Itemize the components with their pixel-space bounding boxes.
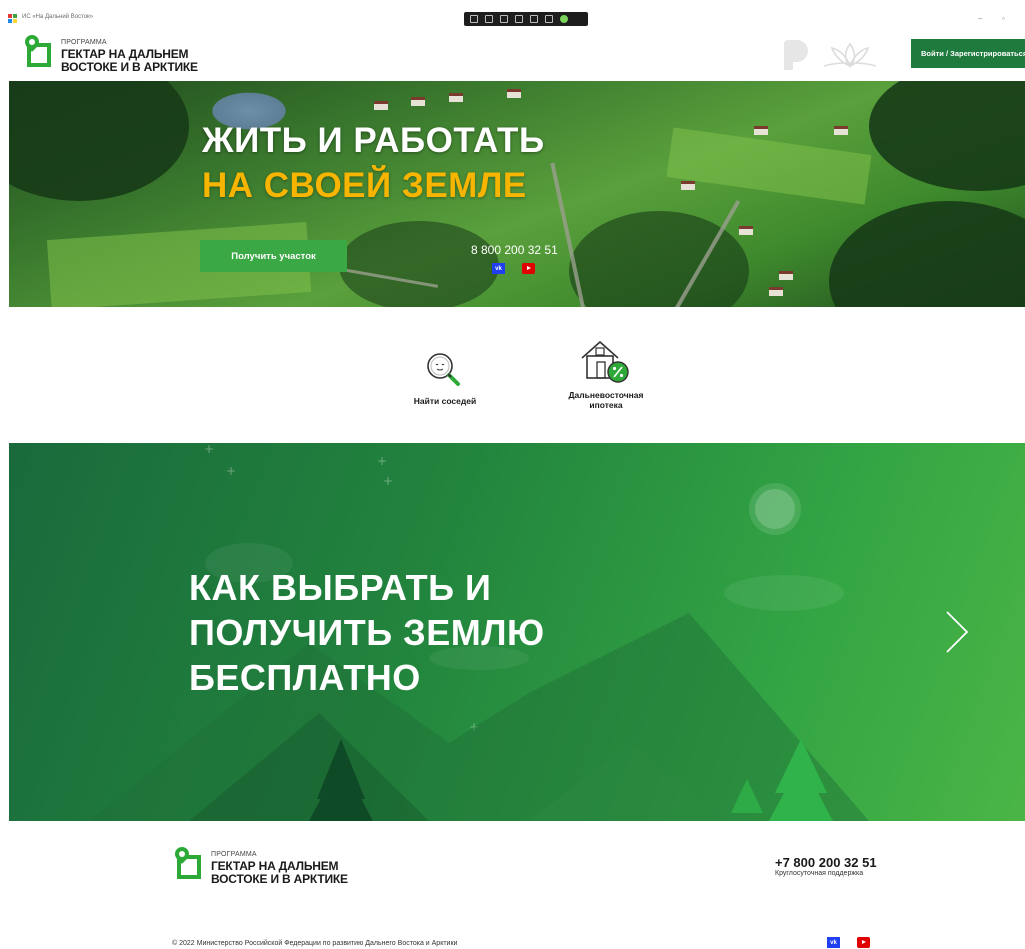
window-title: ИС «На Дальний Восток»	[22, 14, 94, 20]
banner-title-line-1: КАК ВЫБРАТЬ И	[189, 567, 492, 608]
banner-title-line-2: ПОЛУЧИТЬ ЗЕМЛЮ	[189, 612, 545, 653]
check-icon[interactable]	[560, 15, 568, 23]
mortgage-label-line-1: Дальневосточная	[568, 390, 644, 400]
svg-text:+: +	[204, 443, 214, 456]
magnifier-icon	[427, 353, 460, 386]
far-east-mortgage-link[interactable]: Дальневосточная ипотека	[560, 336, 652, 416]
hero-title-line-2: НА СВОЕЙ ЗЕМЛЕ	[202, 166, 527, 205]
copyright-text: © 2022 Министерство Российской Федерации…	[172, 940, 458, 947]
capture-toolbar[interactable]	[464, 12, 588, 26]
restore-button[interactable]: ▫	[1002, 14, 1005, 23]
lotus-partner-logo-icon[interactable]	[820, 40, 880, 70]
header-logo[interactable]: ПРОГРАММА ГЕКТАР НА ДАЛЬНЕМ ВОСТОКЕ И В …	[22, 32, 207, 74]
promo-slider: + + + + + КАК ВЫБРАТЬ И ПОЛУЧИТЬ ЗЕМЛЮ Б…	[9, 443, 1025, 821]
toolbar-icon[interactable]	[515, 15, 523, 23]
app-icon	[8, 14, 18, 24]
footer-phone[interactable]: +7 800 200 32 51	[775, 855, 877, 870]
youtube-icon[interactable]	[522, 263, 535, 274]
toolbar-icon[interactable]	[545, 15, 553, 23]
window-titlebar: ИС «На Дальний Восток» – ▫	[0, 0, 1025, 30]
svg-text:+: +	[383, 474, 393, 488]
hero-title-line-1: ЖИТЬ И РАБОТАТЬ	[202, 121, 545, 160]
logo-line-1: ГЕКТАР НА ДАЛЬНЕМ	[211, 859, 339, 873]
find-neighbors-label: Найти соседей	[413, 396, 477, 406]
toolbar-icon[interactable]	[485, 15, 493, 23]
hero-phone[interactable]: 8 800 200 32 51	[471, 243, 558, 257]
partner-logo-icon[interactable]	[784, 40, 808, 70]
hero-banner: ЖИТЬ И РАБОТАТЬ НА СВОЕЙ ЗЕМЛЕ Получить …	[9, 81, 1025, 307]
footer-logo[interactable]: ПРОГРАММА ГЕКТАР НА ДАЛЬНЕМ ВОСТОКЕ И В …	[172, 844, 357, 886]
banner-title: КАК ВЫБРАТЬ И ПОЛУЧИТЬ ЗЕМЛЮ БЕСПЛАТНО	[189, 565, 545, 700]
vk-icon[interactable]: vk	[492, 263, 505, 274]
chevron-right-icon[interactable]	[943, 608, 971, 656]
logo-caption: ПРОГРАММА	[211, 851, 257, 858]
toolbar-icon[interactable]	[470, 15, 478, 23]
minimize-button[interactable]: –	[978, 14, 982, 23]
mortgage-label-line-2: ипотека	[589, 400, 623, 410]
logo-line-2: ВОСТОКЕ И В АРКТИКЕ	[211, 872, 348, 886]
login-register-button[interactable]: Войти / Зарегистрироваться	[911, 39, 1025, 68]
toolbar-icon[interactable]	[500, 15, 508, 23]
logo-caption: ПРОГРАММА	[61, 39, 107, 46]
svg-text:+: +	[226, 464, 236, 478]
banner-title-line-3: БЕСПЛАТНО	[189, 657, 421, 698]
footer-phone-note: Круглосуточная поддержка	[775, 870, 864, 877]
get-plot-button[interactable]: Получить участок	[200, 240, 347, 272]
svg-text:+: +	[377, 454, 387, 468]
vk-icon[interactable]: vk	[827, 937, 840, 948]
toolbar-icon[interactable]	[530, 15, 538, 23]
youtube-icon[interactable]	[857, 937, 870, 948]
logo-line-1: ГЕКТАР НА ДАЛЬНЕМ	[61, 47, 189, 61]
house-percent-icon	[581, 340, 629, 383]
find-neighbors-link[interactable]: Найти соседей	[404, 348, 486, 410]
logo-line-2: ВОСТОКЕ И В АРКТИКЕ	[61, 60, 198, 74]
